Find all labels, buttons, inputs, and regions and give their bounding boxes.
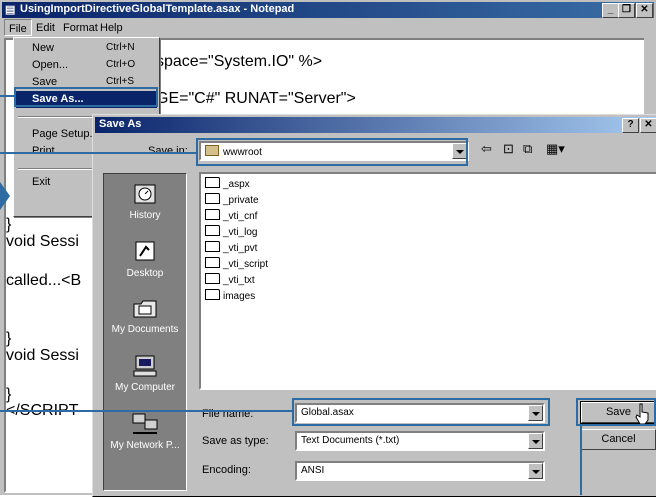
save-in-label: Save in:	[148, 145, 188, 157]
code-line: space="System.IO" %>	[156, 53, 323, 70]
menu-item-label: Open...	[32, 59, 69, 71]
notepad-title: UsingImportDirectiveGlobalTemplate.asax …	[20, 3, 295, 15]
menu-file[interactable]: File	[4, 19, 32, 36]
file-name: _vti_script	[223, 259, 269, 270]
places-bar: History Desktop My Documents My Computer…	[103, 173, 187, 491]
history-icon	[134, 184, 156, 204]
callout-line	[0, 95, 14, 97]
callout-highlight-file-name	[292, 398, 550, 426]
callout-line	[0, 410, 292, 412]
file-name: _aspx	[223, 179, 250, 190]
place-desktop[interactable]: Desktop	[104, 240, 186, 279]
dialog-title: Save As	[99, 118, 142, 130]
dialog-title-bar: Save As ? ✕	[95, 117, 656, 133]
cancel-button[interactable]: Cancel	[581, 429, 656, 450]
folder-icon	[205, 225, 220, 236]
menu-item-label: Page Setup...	[32, 128, 99, 140]
callout-line	[0, 152, 196, 154]
list-item[interactable]: _vti_script	[205, 257, 268, 270]
my-computer-icon	[133, 355, 157, 377]
callout-line	[580, 426, 582, 495]
code-line: }	[6, 330, 12, 347]
network-icon	[132, 413, 158, 434]
folder-icon	[205, 289, 220, 300]
menu-item-new[interactable]: New Ctrl+N	[16, 40, 157, 57]
menu-format[interactable]: Format	[63, 22, 98, 34]
place-my-documents[interactable]: My Documents	[104, 296, 186, 335]
menu-item-label: Print...	[32, 145, 64, 157]
help-button[interactable]: ?	[622, 118, 639, 133]
file-name: images	[223, 291, 256, 302]
place-label: My Computer	[114, 382, 175, 393]
chevron-down-icon[interactable]	[528, 463, 543, 479]
chevron-down-icon[interactable]	[528, 433, 543, 449]
callout-highlight-save-in	[196, 138, 468, 166]
menu-item-shortcut: Ctrl+O	[106, 59, 136, 70]
code-line: GE="C#" RUNAT="Server">	[156, 90, 356, 107]
notepad-title-bar: ▤ UsingImportDirectiveGlobalTemplate.asa…	[2, 2, 654, 18]
callout-arrow	[0, 182, 10, 210]
folder-icon	[205, 257, 220, 268]
callout-highlight-save-button	[576, 398, 656, 426]
list-item[interactable]: _vti_txt	[205, 273, 255, 286]
list-item[interactable]: _aspx	[205, 177, 250, 190]
menu-item-label: Exit	[32, 176, 51, 188]
maximize-button[interactable]: ❐	[618, 3, 635, 18]
back-icon[interactable]: ⇦	[481, 141, 492, 157]
list-item[interactable]: _private	[205, 193, 259, 206]
menu-help[interactable]: Help	[100, 22, 123, 34]
list-item[interactable]: _vti_pvt	[205, 241, 257, 254]
place-label: History	[129, 210, 161, 221]
list-item[interactable]: _vti_log	[205, 225, 257, 238]
save-as-dialog: Save As ? ✕ Save in: wwwroot ⇦ ⊡ ⧉ ▦▾ Hi…	[92, 114, 656, 497]
notepad-app-icon: ▤	[5, 4, 16, 16]
menu-item-shortcut: Ctrl+S	[106, 76, 135, 87]
code-line: called...<B	[6, 272, 82, 289]
file-name: _vti_pvt	[223, 243, 258, 254]
place-my-computer[interactable]: My Computer	[104, 354, 186, 393]
menu-bar: File Edit Format Help	[2, 19, 654, 37]
code-line: void Sessi	[6, 233, 79, 250]
list-item[interactable]: images	[205, 289, 255, 302]
place-label: My Documents	[111, 324, 179, 335]
place-label: Desktop	[126, 268, 164, 279]
folder-icon	[205, 209, 220, 220]
save-as-type-dropdown[interactable]: Text Documents (*.txt)	[295, 431, 545, 451]
menu-item-label: New	[32, 42, 55, 54]
encoding-label: Encoding:	[202, 464, 251, 476]
up-folder-icon[interactable]: ⊡	[503, 141, 514, 157]
new-folder-icon[interactable]: ⧉	[523, 141, 532, 157]
folder-icon	[205, 193, 220, 204]
folder-icon	[205, 241, 220, 252]
file-name: _vti_cnf	[223, 211, 258, 222]
file-name: _private	[223, 195, 259, 206]
my-documents-icon	[133, 300, 157, 318]
save-as-type-label: Save as type:	[202, 435, 269, 447]
encoding-value: ANSI	[301, 465, 325, 476]
encoding-dropdown[interactable]: ANSI	[295, 461, 545, 481]
close-button[interactable]: ✕	[636, 3, 653, 18]
list-item[interactable]: _vti_cnf	[205, 209, 257, 222]
code-line: }	[6, 216, 12, 233]
folder-icon	[205, 273, 220, 284]
desktop-icon	[135, 241, 155, 261]
folder-icon	[205, 177, 220, 188]
minimize-button[interactable]: _	[602, 3, 619, 18]
file-name: _vti_log	[223, 227, 258, 238]
file-list[interactable]: _aspx _private _vti_cnf _vti_log _vti_pv…	[199, 172, 656, 390]
place-my-network[interactable]: My Network P...	[104, 412, 186, 451]
view-menu-icon[interactable]: ▦▾	[546, 141, 565, 157]
place-label: My Network P...	[110, 440, 180, 451]
save-as-type-value: Text Documents (*.txt)	[301, 435, 400, 446]
menu-item-shortcut: Ctrl+N	[106, 42, 135, 53]
code-line: void Sessi	[6, 347, 79, 364]
menu-item-open[interactable]: Open... Ctrl+O	[16, 57, 157, 74]
file-name: _vti_txt	[223, 275, 255, 286]
place-history[interactable]: History	[104, 182, 186, 221]
menu-edit[interactable]: Edit	[36, 22, 55, 34]
callout-highlight-save-as	[14, 87, 158, 107]
dialog-close-button[interactable]: ✕	[640, 118, 656, 133]
